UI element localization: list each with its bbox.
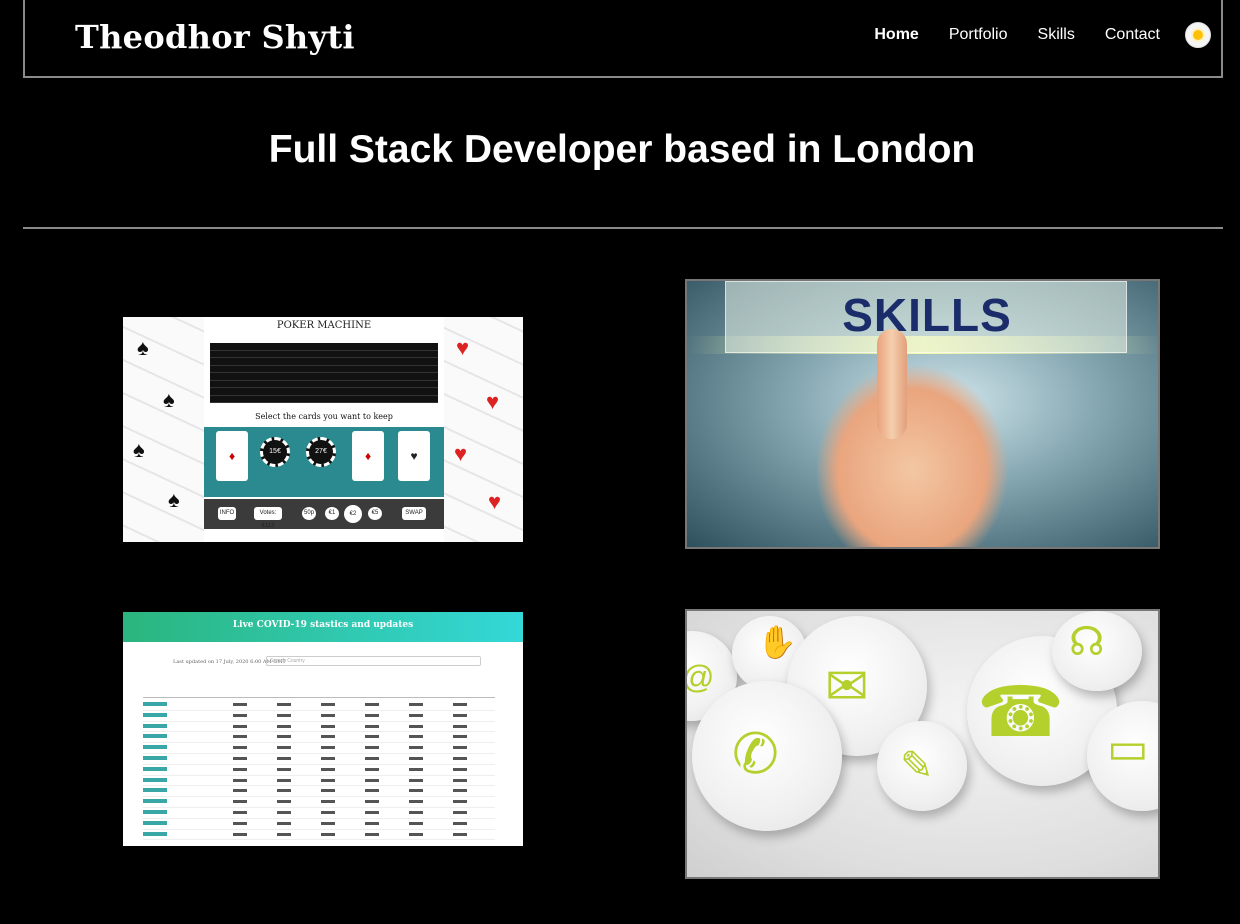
table-row <box>143 711 495 722</box>
skills-card[interactable]: SKILLS <box>685 279 1160 549</box>
hero-title: Full Stack Developer based in London <box>268 128 976 171</box>
table-row <box>143 819 495 830</box>
table-row <box>143 732 495 744</box>
skills-banner-text: SKILLS <box>842 289 1012 341</box>
table-row <box>143 700 495 711</box>
pencil-icon: ✎ <box>900 744 934 788</box>
poker-project-card[interactable]: ♠ ♠ ♠ ♠ ♥ ♥ ♥ ♥ POKER MACHINE Select the… <box>123 317 523 542</box>
section-divider <box>23 227 1223 229</box>
bet-button: €5 <box>368 507 382 520</box>
table-row <box>143 743 495 754</box>
bet-button: 50p <box>302 507 316 520</box>
chip: 27€ <box>306 437 336 467</box>
site-header: Theodhor Shyti Home Portfolio Skills Con… <box>23 0 1223 78</box>
nav-portfolio[interactable]: Portfolio <box>949 26 1008 44</box>
nav-skills[interactable]: Skills <box>1038 26 1075 44</box>
covid-table <box>143 700 495 841</box>
at-icon: @ <box>685 659 715 695</box>
laptop-icon: ▭ <box>1107 724 1149 773</box>
table-row <box>143 830 495 841</box>
bet-button: €1 <box>325 507 339 520</box>
poker-screen: POKER MACHINE Select the cards you want … <box>204 317 444 542</box>
pay-table <box>210 343 438 403</box>
skills-banner: SKILLS <box>725 281 1127 353</box>
nav-contact[interactable]: Contact <box>1105 26 1160 44</box>
poker-prompt: Select the cards you want to keep <box>255 412 393 421</box>
playing-card: ♥ <box>398 431 430 481</box>
info-button: INFO <box>218 507 236 520</box>
votes-button: Votes: €113 <box>254 507 282 529</box>
poker-title: POKER MACHINE <box>276 320 372 331</box>
nav-home[interactable]: Home <box>874 26 918 44</box>
brand-logo[interactable]: Theodhor Shyti <box>75 18 355 56</box>
bet-button: €2 <box>344 505 362 523</box>
covid-title: Live COVID-19 stastics and updates <box>232 620 414 630</box>
telephone-icon: ☎ <box>977 673 1065 751</box>
table-row <box>143 808 495 819</box>
sun-icon[interactable] <box>1185 22 1211 48</box>
main-nav: Home Portfolio Skills Contact <box>844 22 1211 48</box>
swap-button: SWAP <box>402 507 426 520</box>
playing-cards-background: ♥ ♥ ♥ ♥ <box>442 317 523 542</box>
poker-table: ♦ 15€ 27€ ♦ ♥ <box>204 427 444 497</box>
hand-image <box>817 366 1007 547</box>
playing-cards-background: ♠ ♠ ♠ ♠ <box>123 317 204 542</box>
table-row <box>143 776 495 787</box>
pointing-finger <box>877 329 907 439</box>
covid-search-placeholder: Search Country <box>270 658 305 664</box>
handshake-icon: ✋ <box>757 624 797 660</box>
table-row <box>143 797 495 808</box>
table-row <box>143 722 495 733</box>
covid-table-header <box>143 690 495 698</box>
playing-card: ♦ <box>216 431 248 481</box>
phone-icon: ✆ <box>732 722 779 785</box>
table-row <box>143 754 495 765</box>
table-row <box>143 765 495 776</box>
playing-card: ♦ <box>352 431 384 481</box>
table-row <box>143 786 495 798</box>
covid-project-card[interactable]: Live COVID-19 stastics and updates Last … <box>123 612 523 846</box>
email-icon: ✉ <box>825 658 869 716</box>
contact-card[interactable]: ✋ ✉ ✆ ☎ ☊ ✎ ▭ @ <box>685 609 1160 879</box>
headset-icon: ☊ <box>1069 620 1105 664</box>
poker-controls: INFO Votes: €113 50p €1 €2 €5 SWAP <box>204 499 444 529</box>
chip: 15€ <box>260 437 290 467</box>
